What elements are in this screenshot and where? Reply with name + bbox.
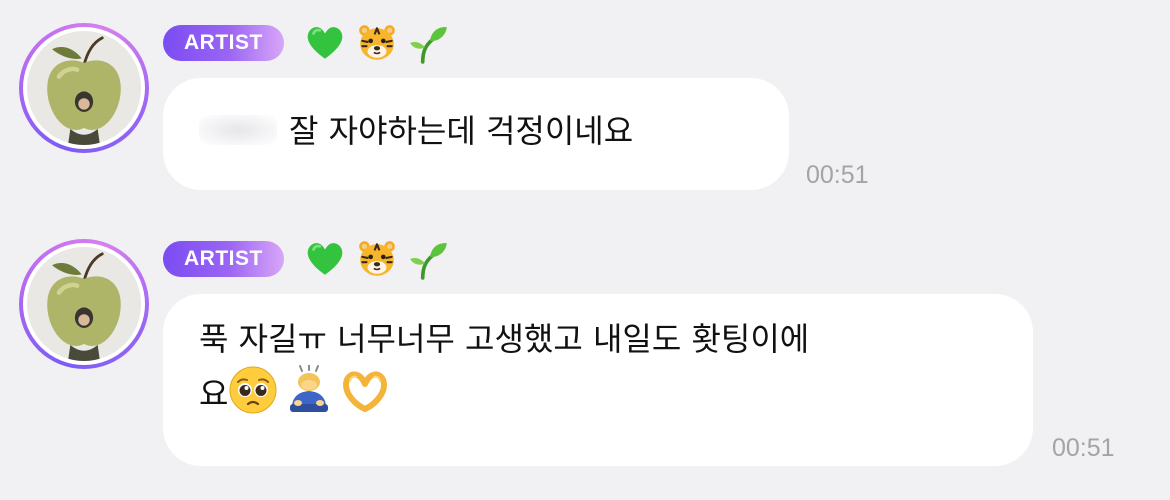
heart-hands-icon [340,365,390,415]
avatar-border [23,243,145,365]
seedling-icon [408,22,450,64]
message-text-line-2: 요 [199,365,997,420]
message-bubble[interactable]: 잘 자야하는데 걱정이네요 [163,78,789,190]
message-text: 잘 자야하는데 걱정이네요 [289,112,634,150]
sender-meta: ARTIST [163,240,450,278]
avatar-border [23,27,145,149]
bowing-person-icon [284,365,334,415]
sender-emoji-list [304,238,450,280]
tiger-face-icon [356,238,398,280]
chat-thread: ARTIST 잘 자야하는데 걱정이네요 00:51 ARTIST 푹 자길ㅠ … [0,0,1170,500]
tiger-face-icon [356,22,398,64]
sender-meta: ARTIST [163,24,450,62]
message-timestamp: 00:51 [806,161,869,189]
seedling-icon [408,238,450,280]
artist-badge: ARTIST [163,241,284,277]
artist-avatar[interactable] [19,239,149,369]
message-bubble[interactable]: 푹 자길ㅠ 너무너무 고생했고 내일도 홧팅이에 요 [163,294,1033,466]
apple-avatar-icon [27,31,141,145]
sender-emoji-list [304,22,450,64]
artist-avatar[interactable] [19,23,149,153]
green-heart-icon [304,238,346,280]
pleading-face-icon [228,365,278,415]
green-heart-icon [304,22,346,64]
artist-badge: ARTIST [163,25,284,61]
avatar-image [27,247,141,361]
message-timestamp: 00:51 [1052,434,1115,462]
avatar-image [27,31,141,145]
message-text-tail: 요 [199,375,229,413]
blurred-name-placeholder [199,115,277,145]
apple-avatar-icon [27,247,141,361]
message-text-line-1: 푹 자길ㅠ 너무너무 고생했고 내일도 홧팅이에 [199,320,810,358]
